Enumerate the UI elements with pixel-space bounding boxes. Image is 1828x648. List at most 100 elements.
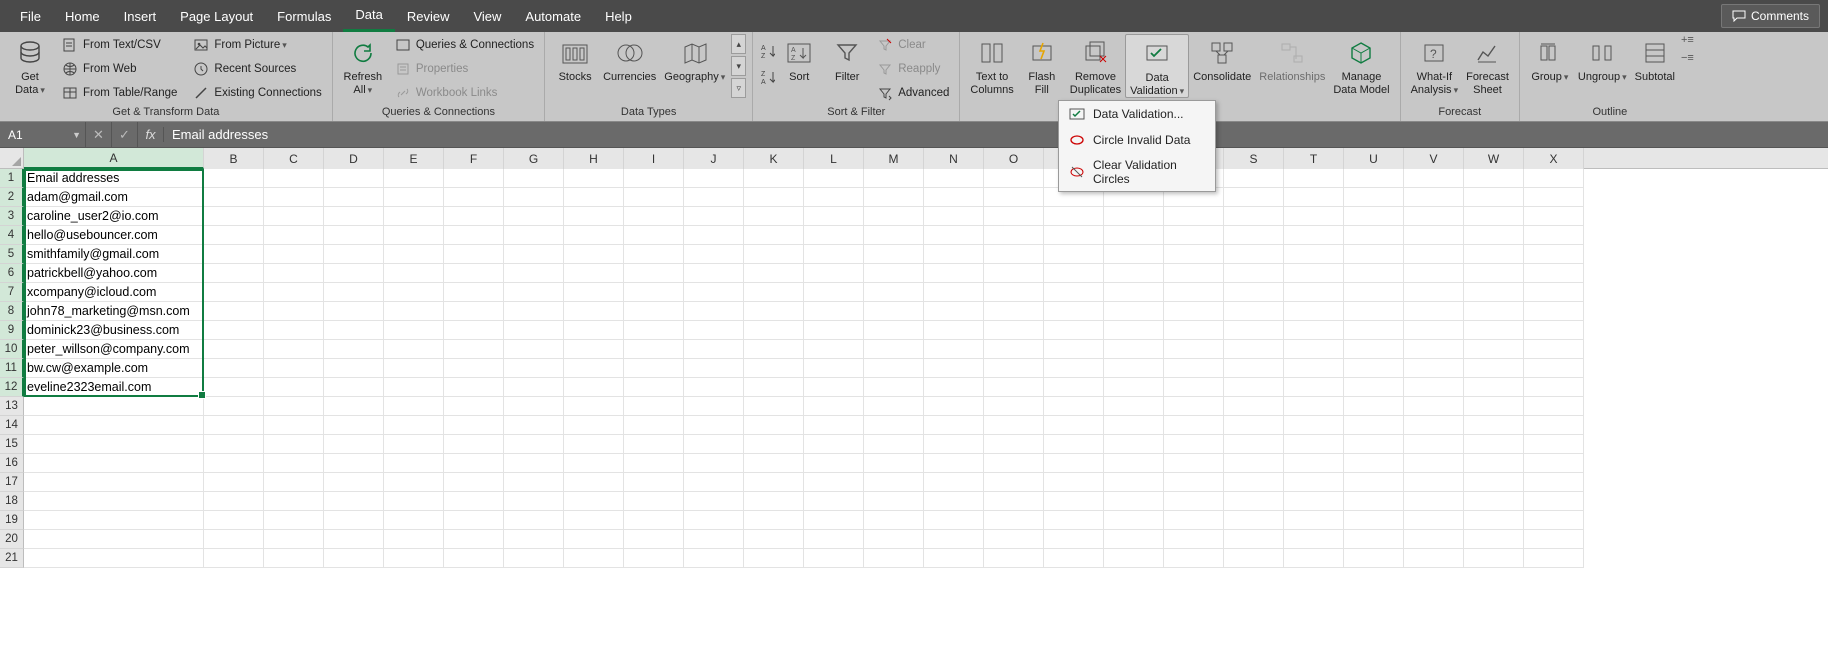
cell-R4[interactable] bbox=[1164, 226, 1224, 245]
cell-C3[interactable] bbox=[264, 207, 324, 226]
cell-D11[interactable] bbox=[324, 359, 384, 378]
data-types-down-button[interactable]: ▾ bbox=[731, 56, 746, 76]
cell-I6[interactable] bbox=[624, 264, 684, 283]
stocks-button[interactable]: Stocks bbox=[551, 34, 599, 84]
row-header-5[interactable]: 5 bbox=[0, 245, 24, 264]
cell-T11[interactable] bbox=[1284, 359, 1344, 378]
cell-A13[interactable] bbox=[24, 397, 204, 416]
cell-W13[interactable] bbox=[1464, 397, 1524, 416]
cell-G11[interactable] bbox=[504, 359, 564, 378]
cell-W20[interactable] bbox=[1464, 530, 1524, 549]
cell-L1[interactable] bbox=[804, 169, 864, 188]
cell-V2[interactable] bbox=[1404, 188, 1464, 207]
cell-Q20[interactable] bbox=[1104, 530, 1164, 549]
cell-T15[interactable] bbox=[1284, 435, 1344, 454]
cell-I10[interactable] bbox=[624, 340, 684, 359]
column-header-D[interactable]: D bbox=[324, 148, 384, 169]
cell-D6[interactable] bbox=[324, 264, 384, 283]
properties-button[interactable]: Properties bbox=[391, 58, 538, 80]
cell-D15[interactable] bbox=[324, 435, 384, 454]
cell-U2[interactable] bbox=[1344, 188, 1404, 207]
row-header-4[interactable]: 4 bbox=[0, 226, 24, 245]
cell-X16[interactable] bbox=[1524, 454, 1584, 473]
cell-X8[interactable] bbox=[1524, 302, 1584, 321]
cell-S8[interactable] bbox=[1224, 302, 1284, 321]
workbook-links-button[interactable]: Workbook Links bbox=[391, 82, 538, 104]
cell-W12[interactable] bbox=[1464, 378, 1524, 397]
cell-B9[interactable] bbox=[204, 321, 264, 340]
cell-O1[interactable] bbox=[984, 169, 1044, 188]
cell-N4[interactable] bbox=[924, 226, 984, 245]
column-header-T[interactable]: T bbox=[1284, 148, 1344, 169]
cell-K15[interactable] bbox=[744, 435, 804, 454]
column-header-W[interactable]: W bbox=[1464, 148, 1524, 169]
cell-K1[interactable] bbox=[744, 169, 804, 188]
cell-I18[interactable] bbox=[624, 492, 684, 511]
cell-G1[interactable] bbox=[504, 169, 564, 188]
cell-L3[interactable] bbox=[804, 207, 864, 226]
cell-A2[interactable]: adam@gmail.com bbox=[24, 188, 204, 207]
cell-T3[interactable] bbox=[1284, 207, 1344, 226]
cell-E9[interactable] bbox=[384, 321, 444, 340]
cell-E17[interactable] bbox=[384, 473, 444, 492]
cell-G17[interactable] bbox=[504, 473, 564, 492]
row-header-6[interactable]: 6 bbox=[0, 264, 24, 283]
cell-E16[interactable] bbox=[384, 454, 444, 473]
row-header-17[interactable]: 17 bbox=[0, 473, 24, 492]
cell-P13[interactable] bbox=[1044, 397, 1104, 416]
cell-X14[interactable] bbox=[1524, 416, 1584, 435]
cell-B15[interactable] bbox=[204, 435, 264, 454]
cell-E8[interactable] bbox=[384, 302, 444, 321]
cell-D14[interactable] bbox=[324, 416, 384, 435]
cell-G9[interactable] bbox=[504, 321, 564, 340]
cell-H20[interactable] bbox=[564, 530, 624, 549]
cell-M17[interactable] bbox=[864, 473, 924, 492]
cell-N6[interactable] bbox=[924, 264, 984, 283]
cell-H16[interactable] bbox=[564, 454, 624, 473]
cell-K20[interactable] bbox=[744, 530, 804, 549]
cell-M5[interactable] bbox=[864, 245, 924, 264]
cell-X9[interactable] bbox=[1524, 321, 1584, 340]
cell-L12[interactable] bbox=[804, 378, 864, 397]
cell-D13[interactable] bbox=[324, 397, 384, 416]
cell-J9[interactable] bbox=[684, 321, 744, 340]
cell-F21[interactable] bbox=[444, 549, 504, 568]
cell-L16[interactable] bbox=[804, 454, 864, 473]
cell-U18[interactable] bbox=[1344, 492, 1404, 511]
cell-E7[interactable] bbox=[384, 283, 444, 302]
cell-Q14[interactable] bbox=[1104, 416, 1164, 435]
cell-J21[interactable] bbox=[684, 549, 744, 568]
column-header-N[interactable]: N bbox=[924, 148, 984, 169]
cell-W18[interactable] bbox=[1464, 492, 1524, 511]
cell-X4[interactable] bbox=[1524, 226, 1584, 245]
cell-W5[interactable] bbox=[1464, 245, 1524, 264]
cell-J7[interactable] bbox=[684, 283, 744, 302]
cell-P10[interactable] bbox=[1044, 340, 1104, 359]
cell-P8[interactable] bbox=[1044, 302, 1104, 321]
row-header-2[interactable]: 2 bbox=[0, 188, 24, 207]
cell-Q10[interactable] bbox=[1104, 340, 1164, 359]
cell-B11[interactable] bbox=[204, 359, 264, 378]
cell-D19[interactable] bbox=[324, 511, 384, 530]
cell-Q11[interactable] bbox=[1104, 359, 1164, 378]
cell-H9[interactable] bbox=[564, 321, 624, 340]
advanced-filter-button[interactable]: Advanced bbox=[873, 82, 953, 104]
cell-U14[interactable] bbox=[1344, 416, 1404, 435]
cell-Q12[interactable] bbox=[1104, 378, 1164, 397]
cell-I9[interactable] bbox=[624, 321, 684, 340]
cell-B7[interactable] bbox=[204, 283, 264, 302]
cell-H17[interactable] bbox=[564, 473, 624, 492]
remove-duplicates-button[interactable]: Remove Duplicates bbox=[1066, 34, 1125, 96]
cell-F17[interactable] bbox=[444, 473, 504, 492]
cell-X3[interactable] bbox=[1524, 207, 1584, 226]
cell-K5[interactable] bbox=[744, 245, 804, 264]
cell-O15[interactable] bbox=[984, 435, 1044, 454]
cell-C19[interactable] bbox=[264, 511, 324, 530]
cell-H21[interactable] bbox=[564, 549, 624, 568]
cell-R3[interactable] bbox=[1164, 207, 1224, 226]
cell-A7[interactable]: xcompany@icloud.com bbox=[24, 283, 204, 302]
cell-H13[interactable] bbox=[564, 397, 624, 416]
cell-A14[interactable] bbox=[24, 416, 204, 435]
cell-X20[interactable] bbox=[1524, 530, 1584, 549]
text-to-columns-button[interactable]: Text to Columns bbox=[966, 34, 1017, 96]
